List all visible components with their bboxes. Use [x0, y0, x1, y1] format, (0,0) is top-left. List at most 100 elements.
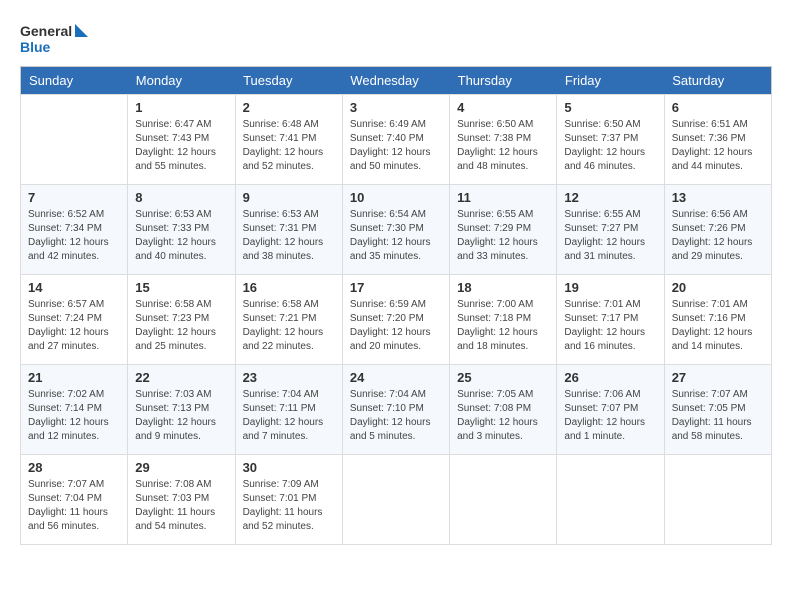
logo-svg: GeneralBlue: [20, 20, 90, 56]
calendar-week-5: 28 Sunrise: 7:07 AM Sunset: 7:04 PM Dayli…: [21, 455, 772, 545]
weekday-header-monday: Monday: [128, 67, 235, 95]
calendar-cell: 29 Sunrise: 7:08 AM Sunset: 7:03 PM Dayli…: [128, 455, 235, 545]
day-info: Sunrise: 7:07 AM Sunset: 7:04 PM Dayligh…: [28, 478, 120, 534]
weekday-header-row: SundayMondayTuesdayWednesdayThursdayFrid…: [21, 67, 772, 95]
day-info: Sunrise: 7:03 AM Sunset: 7:13 PM Dayligh…: [135, 388, 227, 444]
day-number: 18: [457, 280, 549, 295]
calendar-cell: [557, 455, 664, 545]
day-info: Sunrise: 7:04 AM Sunset: 7:10 PM Dayligh…: [350, 388, 442, 444]
day-info: Sunrise: 6:50 AM Sunset: 7:38 PM Dayligh…: [457, 118, 549, 174]
day-number: 5: [564, 100, 656, 115]
day-info: Sunrise: 6:55 AM Sunset: 7:27 PM Dayligh…: [564, 208, 656, 264]
calendar-cell: 7 Sunrise: 6:52 AM Sunset: 7:34 PM Daylig…: [21, 185, 128, 275]
calendar-cell: 13 Sunrise: 6:56 AM Sunset: 7:26 PM Dayli…: [664, 185, 771, 275]
calendar-cell: 6 Sunrise: 6:51 AM Sunset: 7:36 PM Daylig…: [664, 95, 771, 185]
day-number: 26: [564, 370, 656, 385]
calendar-cell: 4 Sunrise: 6:50 AM Sunset: 7:38 PM Daylig…: [450, 95, 557, 185]
day-info: Sunrise: 6:58 AM Sunset: 7:21 PM Dayligh…: [243, 298, 335, 354]
weekday-header-tuesday: Tuesday: [235, 67, 342, 95]
calendar-week-4: 21 Sunrise: 7:02 AM Sunset: 7:14 PM Dayli…: [21, 365, 772, 455]
day-number: 12: [564, 190, 656, 205]
day-number: 29: [135, 460, 227, 475]
weekday-header-wednesday: Wednesday: [342, 67, 449, 95]
day-info: Sunrise: 6:48 AM Sunset: 7:41 PM Dayligh…: [243, 118, 335, 174]
calendar-cell: 24 Sunrise: 7:04 AM Sunset: 7:10 PM Dayli…: [342, 365, 449, 455]
day-number: 15: [135, 280, 227, 295]
day-number: 22: [135, 370, 227, 385]
calendar-cell: 28 Sunrise: 7:07 AM Sunset: 7:04 PM Dayli…: [21, 455, 128, 545]
day-info: Sunrise: 6:47 AM Sunset: 7:43 PM Dayligh…: [135, 118, 227, 174]
day-info: Sunrise: 7:01 AM Sunset: 7:16 PM Dayligh…: [672, 298, 764, 354]
calendar-cell: 16 Sunrise: 6:58 AM Sunset: 7:21 PM Dayli…: [235, 275, 342, 365]
day-info: Sunrise: 6:59 AM Sunset: 7:20 PM Dayligh…: [350, 298, 442, 354]
day-info: Sunrise: 6:53 AM Sunset: 7:31 PM Dayligh…: [243, 208, 335, 264]
calendar-cell: 27 Sunrise: 7:07 AM Sunset: 7:05 PM Dayli…: [664, 365, 771, 455]
day-number: 8: [135, 190, 227, 205]
day-number: 13: [672, 190, 764, 205]
day-number: 17: [350, 280, 442, 295]
weekday-header-thursday: Thursday: [450, 67, 557, 95]
day-info: Sunrise: 6:55 AM Sunset: 7:29 PM Dayligh…: [457, 208, 549, 264]
day-info: Sunrise: 6:53 AM Sunset: 7:33 PM Dayligh…: [135, 208, 227, 264]
day-info: Sunrise: 7:02 AM Sunset: 7:14 PM Dayligh…: [28, 388, 120, 444]
calendar-week-3: 14 Sunrise: 6:57 AM Sunset: 7:24 PM Dayli…: [21, 275, 772, 365]
day-number: 28: [28, 460, 120, 475]
calendar-cell: [21, 95, 128, 185]
day-info: Sunrise: 7:04 AM Sunset: 7:11 PM Dayligh…: [243, 388, 335, 444]
calendar-cell: 3Sunrise: 6:49 AM Sunset: 7:40 PM Daylig…: [342, 95, 449, 185]
logo: GeneralBlue: [20, 20, 90, 56]
calendar-cell: 18Sunrise: 7:00 AM Sunset: 7:18 PM Dayli…: [450, 275, 557, 365]
weekday-header-sunday: Sunday: [21, 67, 128, 95]
calendar-cell: 25Sunrise: 7:05 AM Sunset: 7:08 PM Dayli…: [450, 365, 557, 455]
day-number: 6: [672, 100, 764, 115]
day-number: 14: [28, 280, 120, 295]
day-info: Sunrise: 6:54 AM Sunset: 7:30 PM Dayligh…: [350, 208, 442, 264]
day-info: Sunrise: 7:01 AM Sunset: 7:17 PM Dayligh…: [564, 298, 656, 354]
calendar-cell: 22 Sunrise: 7:03 AM Sunset: 7:13 PM Dayli…: [128, 365, 235, 455]
calendar-cell: 17 Sunrise: 6:59 AM Sunset: 7:20 PM Dayli…: [342, 275, 449, 365]
calendar-cell: 9Sunrise: 6:53 AM Sunset: 7:31 PM Daylig…: [235, 185, 342, 275]
day-number: 24: [350, 370, 442, 385]
calendar-cell: 30 Sunrise: 7:09 AM Sunset: 7:01 PM Dayli…: [235, 455, 342, 545]
day-number: 16: [243, 280, 335, 295]
day-info: Sunrise: 7:08 AM Sunset: 7:03 PM Dayligh…: [135, 478, 227, 534]
day-number: 1: [135, 100, 227, 115]
day-number: 7: [28, 190, 120, 205]
calendar-week-1: 1 Sunrise: 6:47 AM Sunset: 7:43 PM Daylig…: [21, 95, 772, 185]
calendar-cell: 20 Sunrise: 7:01 AM Sunset: 7:16 PM Dayli…: [664, 275, 771, 365]
day-info: Sunrise: 6:51 AM Sunset: 7:36 PM Dayligh…: [672, 118, 764, 174]
calendar-cell: 12 Sunrise: 6:55 AM Sunset: 7:27 PM Dayli…: [557, 185, 664, 275]
calendar-cell: [342, 455, 449, 545]
calendar-cell: 15Sunrise: 6:58 AM Sunset: 7:23 PM Dayli…: [128, 275, 235, 365]
svg-text:General: General: [20, 23, 72, 39]
calendar-cell: 5 Sunrise: 6:50 AM Sunset: 7:37 PM Daylig…: [557, 95, 664, 185]
calendar-cell: 11Sunrise: 6:55 AM Sunset: 7:29 PM Dayli…: [450, 185, 557, 275]
calendar-table: SundayMondayTuesdayWednesdayThursdayFrid…: [20, 66, 772, 545]
day-number: 20: [672, 280, 764, 295]
day-number: 23: [243, 370, 335, 385]
day-info: Sunrise: 6:56 AM Sunset: 7:26 PM Dayligh…: [672, 208, 764, 264]
day-number: 3: [350, 100, 442, 115]
calendar-cell: 14 Sunrise: 6:57 AM Sunset: 7:24 PM Dayli…: [21, 275, 128, 365]
calendar-cell: 2Sunrise: 6:48 AM Sunset: 7:41 PM Daylig…: [235, 95, 342, 185]
weekday-header-friday: Friday: [557, 67, 664, 95]
day-number: 10: [350, 190, 442, 205]
day-info: Sunrise: 6:52 AM Sunset: 7:34 PM Dayligh…: [28, 208, 120, 264]
day-info: Sunrise: 7:09 AM Sunset: 7:01 PM Dayligh…: [243, 478, 335, 534]
day-info: Sunrise: 7:06 AM Sunset: 7:07 PM Dayligh…: [564, 388, 656, 444]
calendar-cell: [664, 455, 771, 545]
calendar-cell: 21 Sunrise: 7:02 AM Sunset: 7:14 PM Dayli…: [21, 365, 128, 455]
calendar-cell: 26 Sunrise: 7:06 AM Sunset: 7:07 PM Dayli…: [557, 365, 664, 455]
day-number: 21: [28, 370, 120, 385]
day-info: Sunrise: 6:50 AM Sunset: 7:37 PM Dayligh…: [564, 118, 656, 174]
day-number: 30: [243, 460, 335, 475]
calendar-week-2: 7 Sunrise: 6:52 AM Sunset: 7:34 PM Daylig…: [21, 185, 772, 275]
day-number: 4: [457, 100, 549, 115]
day-number: 27: [672, 370, 764, 385]
calendar-cell: [450, 455, 557, 545]
day-number: 25: [457, 370, 549, 385]
calendar-cell: 19Sunrise: 7:01 AM Sunset: 7:17 PM Dayli…: [557, 275, 664, 365]
day-info: Sunrise: 6:57 AM Sunset: 7:24 PM Dayligh…: [28, 298, 120, 354]
weekday-header-saturday: Saturday: [664, 67, 771, 95]
day-info: Sunrise: 7:07 AM Sunset: 7:05 PM Dayligh…: [672, 388, 764, 444]
